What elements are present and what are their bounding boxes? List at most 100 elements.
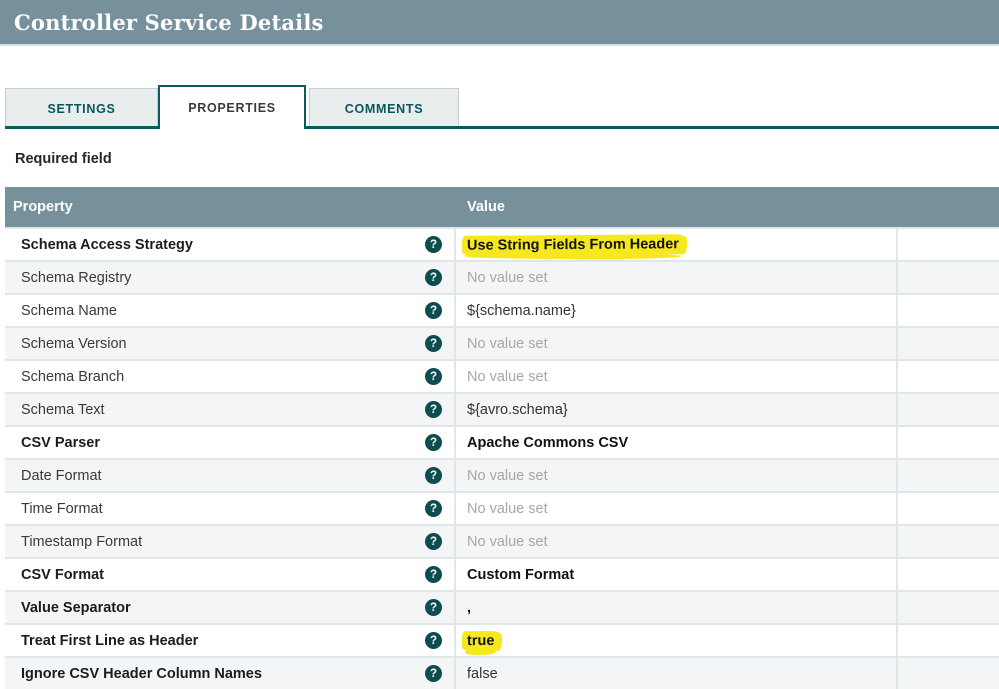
value-cell: No value set [456, 262, 898, 293]
value-cell: Custom Format [456, 559, 898, 590]
property-name: Schema Text [21, 402, 105, 418]
tab-settings[interactable]: SETTINGS [5, 88, 158, 129]
property-cell: Time Format? [5, 493, 456, 524]
help-icon[interactable]: ? [425, 302, 442, 319]
table-row: Schema Branch? No value set [5, 359, 999, 392]
table-row: Schema Registry? No value set [5, 260, 999, 293]
property-value-highlighted: Use String Fields From Header [462, 234, 687, 256]
property-name: Date Format [21, 468, 102, 484]
value-cell: ${avro.schema} [456, 394, 898, 425]
property-value: No value set [467, 336, 548, 352]
property-name: Schema Registry [21, 270, 131, 286]
table-row: Schema Access Strategy? Use String Fields… [5, 227, 999, 260]
row-filler-cell [898, 625, 999, 656]
property-name: Treat First Line as Header [21, 633, 198, 649]
help-icon[interactable]: ? [425, 632, 442, 649]
property-value: No value set [467, 534, 548, 550]
property-value: No value set [467, 270, 548, 286]
help-icon[interactable]: ? [425, 335, 442, 352]
value-cell: No value set [456, 493, 898, 524]
property-cell: Schema Text? [5, 394, 456, 425]
dialog-titlebar: Controller Service Details [0, 0, 999, 46]
property-value: ${schema.name} [467, 303, 576, 319]
property-cell: Value Separator? [5, 592, 456, 623]
help-icon[interactable]: ? [425, 401, 442, 418]
tab-properties[interactable]: PROPERTIES [158, 85, 306, 129]
row-filler-cell [898, 493, 999, 524]
help-icon[interactable]: ? [425, 236, 442, 253]
property-value: No value set [467, 468, 548, 484]
property-value: ${avro.schema} [467, 402, 568, 418]
table-row: Treat First Line as Header? true [5, 623, 999, 656]
help-icon[interactable]: ? [425, 533, 442, 550]
property-name: Schema Access Strategy [21, 237, 193, 253]
property-name: Schema Version [21, 336, 127, 352]
table-row: Schema Text? ${avro.schema} [5, 392, 999, 425]
row-filler-cell [898, 592, 999, 623]
property-name: Time Format [21, 501, 103, 517]
property-cell: CSV Format? [5, 559, 456, 590]
help-icon[interactable]: ? [425, 467, 442, 484]
property-cell: Ignore CSV Header Column Names? [5, 658, 456, 689]
tab-underline [5, 126, 999, 129]
value-cell: No value set [456, 460, 898, 491]
row-filler-cell [898, 295, 999, 326]
value-cell: false [456, 658, 898, 689]
table-body: Schema Access Strategy? Use String Fields… [5, 227, 999, 689]
property-cell: Date Format? [5, 460, 456, 491]
row-filler-cell [898, 427, 999, 458]
tab-comments[interactable]: COMMENTS [309, 88, 459, 129]
property-value: No value set [467, 501, 548, 517]
property-name: CSV Format [21, 567, 104, 583]
row-filler-cell [898, 361, 999, 392]
property-name: Schema Branch [21, 369, 124, 385]
table-row: Timestamp Format? No value set [5, 524, 999, 557]
property-cell: Schema Registry? [5, 262, 456, 293]
properties-table: Property Value Schema Access Strategy? Us… [5, 187, 999, 689]
row-filler-cell [898, 328, 999, 359]
table-row: CSV Parser? Apache Commons CSV [5, 425, 999, 458]
property-cell: Treat First Line as Header? [5, 625, 456, 656]
row-filler-cell [898, 559, 999, 590]
row-filler-cell [898, 229, 999, 260]
help-icon[interactable]: ? [425, 269, 442, 286]
controller-service-details-dialog: Controller Service Details SETTINGS PROP… [0, 0, 999, 689]
help-icon[interactable]: ? [425, 434, 442, 451]
property-value: No value set [467, 369, 548, 385]
property-value-highlighted: true [462, 630, 503, 650]
dialog-title: Controller Service Details [14, 10, 324, 35]
property-cell: CSV Parser? [5, 427, 456, 458]
property-name: CSV Parser [21, 435, 100, 451]
property-cell: Schema Access Strategy? [5, 229, 456, 260]
help-icon[interactable]: ? [425, 500, 442, 517]
column-header-value: Value [456, 199, 898, 215]
property-name: Timestamp Format [21, 534, 142, 550]
help-icon[interactable]: ? [425, 566, 442, 583]
property-value: Apache Commons CSV [467, 435, 628, 451]
property-cell: Schema Branch? [5, 361, 456, 392]
row-filler-cell [898, 658, 999, 689]
table-row: Value Separator?, [5, 590, 999, 623]
property-value: Custom Format [467, 567, 574, 583]
required-field-note: Required field [15, 148, 999, 170]
column-header-property: Property [5, 199, 456, 215]
value-cell: Use String Fields From Header [456, 229, 898, 260]
value-cell: , [456, 592, 898, 623]
value-cell: No value set [456, 526, 898, 557]
tab-bar: SETTINGS PROPERTIES COMMENTS [5, 85, 999, 129]
row-filler-cell [898, 394, 999, 425]
property-name: Schema Name [21, 303, 117, 319]
help-icon[interactable]: ? [425, 368, 442, 385]
property-cell: Schema Version? [5, 328, 456, 359]
property-cell: Schema Name? [5, 295, 456, 326]
help-icon[interactable]: ? [425, 599, 442, 616]
property-value: , [467, 600, 471, 616]
row-filler-cell [898, 460, 999, 491]
table-header-row: Property Value [5, 187, 999, 227]
value-cell: ${schema.name} [456, 295, 898, 326]
table-row: Schema Name? ${schema.name} [5, 293, 999, 326]
value-cell: Apache Commons CSV [456, 427, 898, 458]
table-row: Date Format? No value set [5, 458, 999, 491]
table-row: Schema Version? No value set [5, 326, 999, 359]
property-cell: Timestamp Format? [5, 526, 456, 557]
